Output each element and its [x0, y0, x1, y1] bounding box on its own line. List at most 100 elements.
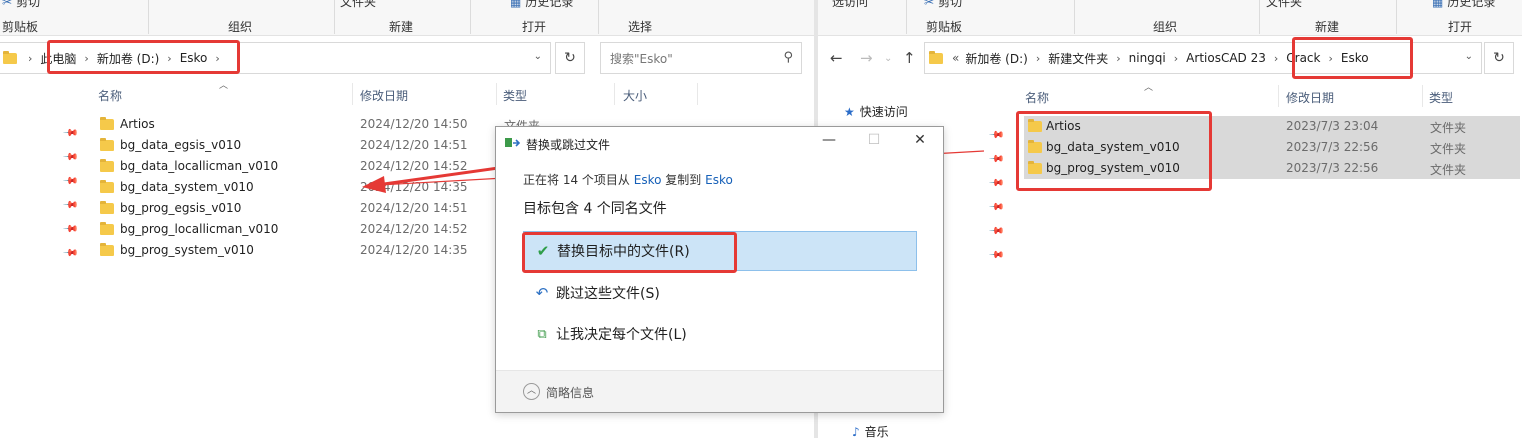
compare-files-icon: ⧉ — [537, 326, 547, 342]
chevron-right-icon: › — [28, 51, 33, 65]
history-icon: ▦ — [1432, 0, 1444, 9]
file-date: 2023/7/3 22:56 — [1286, 161, 1379, 175]
fewer-details-toggle[interactable]: 简略信息 — [546, 384, 594, 401]
chevron-up-icon[interactable]: ︿ — [523, 383, 540, 400]
skip-arrow-icon: ↶ — [535, 284, 549, 302]
up-arrow-icon[interactable]: ↑ — [903, 49, 916, 67]
history-dropdown-icon[interactable]: ⌄ — [884, 53, 892, 64]
refresh-button[interactable]: ↻ — [1484, 42, 1514, 74]
chevron-right-icon[interactable]: › — [1036, 52, 1040, 65]
copy-files-icon — [505, 138, 521, 147]
breadcrumb-item[interactable]: Crack — [1286, 51, 1320, 65]
chevron-down-icon[interactable]: ⌄ — [1465, 51, 1473, 62]
breadcrumb-item[interactable]: Esko — [180, 51, 208, 65]
history-command[interactable]: ▦ 历史记录 — [510, 0, 573, 10]
chevron-right-icon[interactable]: › — [1328, 52, 1332, 65]
decide-each-file-option[interactable]: ⧉ 让我决定每个文件(L) — [523, 314, 917, 354]
file-type: 文件夹 — [1430, 163, 1467, 177]
column-divider[interactable] — [352, 83, 353, 105]
chevron-right-icon[interactable]: › — [1116, 52, 1120, 65]
forward-arrow-icon[interactable]: → — [860, 49, 873, 67]
chevron-right-icon[interactable]: › — [215, 52, 219, 65]
column-header-date[interactable]: 修改日期 — [360, 87, 408, 104]
breadcrumb-item[interactable]: 新加卷 (D:) — [97, 50, 159, 67]
file-name: bg_prog_system_v010 — [1046, 161, 1180, 175]
right-nav-row: ← → ⌄ ↑ « 新加卷 (D:) › 新建文件夹 › ningqi › Ar… — [818, 37, 1522, 79]
column-divider[interactable] — [1278, 85, 1279, 107]
column-divider[interactable] — [496, 83, 497, 105]
file-date: 2024/12/20 14:51 — [360, 201, 468, 215]
folder-icon — [100, 138, 114, 151]
breadcrumb-item[interactable]: 新加卷 (D:) — [965, 50, 1027, 67]
column-header-date[interactable]: 修改日期 — [1286, 89, 1334, 106]
column-divider[interactable] — [697, 83, 698, 105]
breadcrumb-item[interactable]: 此电脑 — [40, 50, 76, 67]
file-row[interactable]: bg_prog_system_v010 2023/7/3 22:56 文件夹 — [1024, 158, 1520, 179]
source-folder-link[interactable]: Esko — [634, 173, 662, 187]
chevron-down-icon[interactable]: ⌄ — [534, 51, 542, 62]
dest-folder-link[interactable]: Esko — [705, 173, 733, 187]
breadcrumb-item[interactable]: ningqi — [1129, 51, 1166, 65]
back-arrow-icon[interactable]: ← — [830, 49, 843, 67]
breadcrumb-item[interactable]: 新建文件夹 — [1048, 50, 1108, 67]
column-header-type[interactable]: 类型 — [503, 87, 527, 104]
history-icon: ▦ — [510, 0, 522, 9]
address-bar[interactable]: « 新加卷 (D:) › 新建文件夹 › ningqi › ArtiosCAD … — [924, 42, 1482, 74]
folder-icon — [1028, 161, 1042, 174]
file-name: bg_data_system_v010 — [120, 180, 254, 194]
sidebar-item-music[interactable]: ♪ 音乐 — [852, 423, 889, 438]
chevron-right-icon[interactable]: › — [1174, 52, 1178, 65]
minimize-button[interactable]: — — [809, 132, 849, 148]
ribbon-divider — [906, 0, 907, 34]
pin-icon: 📌 — [987, 247, 1005, 264]
search-input[interactable]: 搜索"Esko" ⚲ — [600, 42, 802, 74]
file-type: 文件夹 — [1430, 121, 1467, 135]
music-note-icon: ♪ — [852, 425, 860, 438]
chevron-right-icon[interactable]: › — [1274, 52, 1278, 65]
folder-icon — [100, 180, 114, 193]
cut-command[interactable]: ✂ 剪切 — [924, 0, 962, 10]
breadcrumb-item[interactable]: ArtiosCAD 23 — [1186, 51, 1266, 65]
skip-files-option[interactable]: ↶ 跳过这些文件(S) — [523, 273, 917, 313]
left-ribbon: ✂ 剪切 文件夹 ▦ 历史记录 剪贴板 组织 新建 打开 选择 — [0, 0, 814, 36]
folder-icon — [100, 201, 114, 214]
new-folder-command[interactable]: 文件夹 — [340, 0, 376, 10]
group-clipboard: 剪贴板 — [2, 20, 39, 34]
group-new: 新建 — [389, 20, 414, 34]
group-open: 打开 — [1448, 20, 1473, 34]
file-name: Artios — [1046, 119, 1081, 133]
search-placeholder: 搜索"Esko" — [610, 51, 673, 66]
breadcrumb-item[interactable]: Esko — [1341, 51, 1369, 65]
replace-files-option[interactable]: ✔ 替换目标中的文件(R) — [523, 231, 917, 271]
address-bar[interactable]: › 此电脑 › 新加卷 (D:) › Esko › ⌄ — [0, 42, 551, 74]
file-date: 2024/12/20 14:52 — [360, 159, 468, 173]
file-row[interactable]: Artios 2023/7/3 23:04 文件夹 — [1024, 116, 1520, 137]
refresh-button[interactable]: ↻ — [555, 42, 585, 74]
close-button[interactable]: ✕ — [900, 132, 940, 148]
ribbon-divider — [598, 0, 599, 34]
file-row[interactable]: bg_data_system_v010 2023/7/3 22:56 文件夹 — [1024, 137, 1520, 158]
column-divider[interactable] — [614, 83, 615, 105]
column-header-size[interactable]: 大小 — [623, 87, 647, 104]
folder-icon — [100, 222, 114, 235]
pin-icon: 📌 — [987, 127, 1005, 144]
new-folder-command[interactable]: 文件夹 — [1266, 0, 1302, 10]
copy-status-text: 正在将 14 个项目从 Esko 复制到 Esko — [523, 173, 733, 187]
chevron-right-icon[interactable]: › — [84, 52, 88, 65]
column-header-type[interactable]: 类型 — [1429, 89, 1453, 106]
pin-icon: 📌 — [61, 245, 79, 262]
cut-command[interactable]: ✂ 剪切 — [2, 0, 40, 10]
column-header-name[interactable]: 名称 — [1025, 89, 1049, 106]
quick-access-command[interactable]: 选访问 — [832, 0, 868, 10]
column-header-name[interactable]: 名称 — [98, 87, 122, 104]
file-name: bg_data_egsis_v010 — [120, 138, 242, 152]
group-new: 新建 — [1315, 20, 1340, 34]
pin-icon: 📌 — [61, 125, 79, 142]
breadcrumb-overflow[interactable]: « — [952, 51, 959, 65]
folder-icon — [100, 243, 114, 256]
sidebar-item-quick-access[interactable]: ★ 快速访问 — [844, 103, 908, 120]
column-divider[interactable] — [1422, 85, 1423, 107]
history-command[interactable]: ▦ 历史记录 — [1432, 0, 1495, 10]
chevron-right-icon[interactable]: › — [167, 52, 171, 65]
search-icon: ⚲ — [783, 50, 793, 65]
